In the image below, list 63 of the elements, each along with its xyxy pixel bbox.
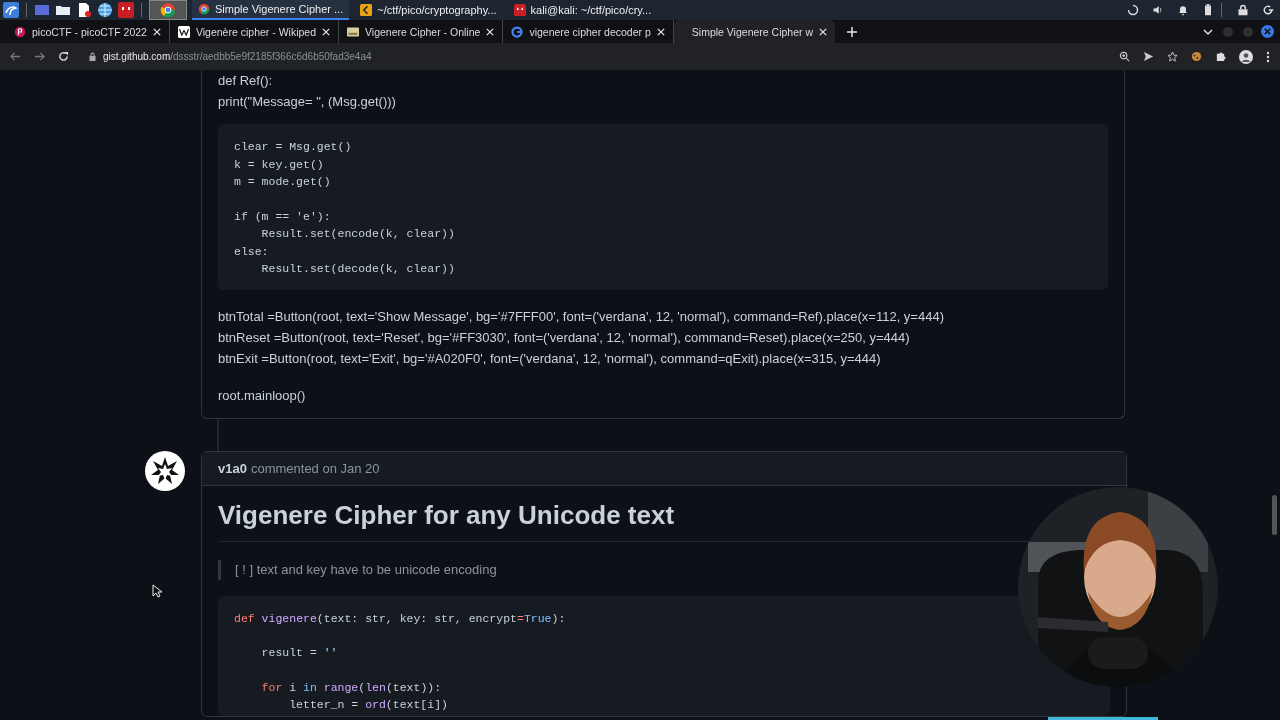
body-text: btnTotal =Button(root, text='Show Message', bg='#7FFF00', font=('verdana', 12, 'normal'), command=Ref).place(x=112, y=444) <box>218 307 945 326</box>
zoom-icon[interactable] <box>1119 51 1130 62</box>
spinner-icon[interactable] <box>1127 4 1139 16</box>
address-field[interactable]: gist.github.com/dssstr/aedbb5e9f2185f366c6d6b50fad3e4a4 <box>88 51 372 62</box>
flag-icon <box>14 25 26 38</box>
cookie-icon[interactable] <box>1191 51 1202 62</box>
code-line: m = mode.get() <box>234 174 332 190</box>
taskbar-button[interactable]: Simple Vigenere Cipher ... <box>192 0 350 20</box>
menu-icon[interactable] <box>1266 50 1270 63</box>
taskbar-button[interactable]: ~/ctf/pico/cryptography... <box>354 0 503 20</box>
terminal-icon <box>513 4 526 16</box>
avatar-icon[interactable] <box>145 450 185 491</box>
app-icon[interactable] <box>118 2 134 18</box>
power-icon[interactable] <box>1262 4 1274 16</box>
chevron-down-icon[interactable] <box>1203 26 1213 37</box>
body-text: def Ref(): <box>218 72 274 90</box>
comment-meta: commented on Jan 20 <box>250 460 380 476</box>
puzzle-icon[interactable] <box>1215 51 1226 62</box>
code-line: k = key.get() <box>234 156 325 173</box>
code-line: if (m == 'e'): <box>234 208 332 225</box>
scrollbar-thumb[interactable] <box>1272 495 1277 535</box>
star-icon[interactable] <box>1167 51 1178 62</box>
avatar-icon[interactable] <box>1239 49 1253 64</box>
cursor-icon <box>152 584 162 598</box>
send-icon[interactable] <box>1143 51 1154 62</box>
search-engine-icon <box>511 25 524 38</box>
body-text: root.mainloop() <box>218 386 307 405</box>
wiki-icon <box>177 25 190 38</box>
browser-icon[interactable] <box>149 0 187 20</box>
speaker-icon[interactable] <box>1152 4 1164 16</box>
reload-icon[interactable] <box>58 51 69 62</box>
desktop-icon[interactable] <box>34 2 50 18</box>
code-line: def vigenere(text: str, key: str, encrypt=True): <box>234 610 567 627</box>
close-icon[interactable] <box>486 27 495 36</box>
plus-icon[interactable] <box>847 26 857 37</box>
close-icon[interactable] <box>656 27 665 36</box>
code-line: letter_n = ord(text[i]) <box>288 697 449 713</box>
editor-icon <box>360 4 373 16</box>
forward-icon[interactable] <box>34 51 45 62</box>
code-line: result = '' <box>260 645 339 661</box>
taskbar-button[interactable]: kali@kali: ~/ctf/pico/cry... <box>507 0 658 20</box>
browser-tab[interactable]: Simple Vigenere Cipher w <box>673 20 835 43</box>
back-icon[interactable] <box>10 51 21 62</box>
code-line: Result.set(decode(k, clear)) <box>260 261 456 277</box>
code-line: clear = Msg.get() <box>234 139 353 155</box>
close-icon[interactable] <box>322 27 330 36</box>
body-text: btnReset =Button(root, text='Reset', bg='#FF3030', font=('verdana', 12, 'normal'), command=Reset).place(x=250, y=444) <box>218 328 911 347</box>
close-icon[interactable] <box>152 27 161 36</box>
code-line: for i in range(len(text)): <box>260 679 443 696</box>
page-icon <box>347 25 359 38</box>
lock-icon[interactable] <box>1237 4 1249 16</box>
globe-icon[interactable] <box>97 2 113 18</box>
lock-icon <box>88 52 97 61</box>
code-line: else: <box>234 243 270 260</box>
battery-icon[interactable] <box>1202 4 1214 16</box>
code-line: Result.set(encode(k, clear)) <box>260 226 456 242</box>
browser-icon <box>198 3 210 15</box>
body-text: btnExit =Button(root, text='Exit', bg='#A020F0', font=('verdana', 12, 'normal'), command=qExit).place(x=315, y=444) <box>218 349 882 368</box>
bell-icon[interactable] <box>1177 4 1189 16</box>
close-icon[interactable] <box>819 27 827 36</box>
document-icon[interactable] <box>76 2 92 18</box>
author-link[interactable]: v1a0 <box>218 460 247 476</box>
body-text: print("Message= ", (Msg.get())) <box>218 93 397 111</box>
